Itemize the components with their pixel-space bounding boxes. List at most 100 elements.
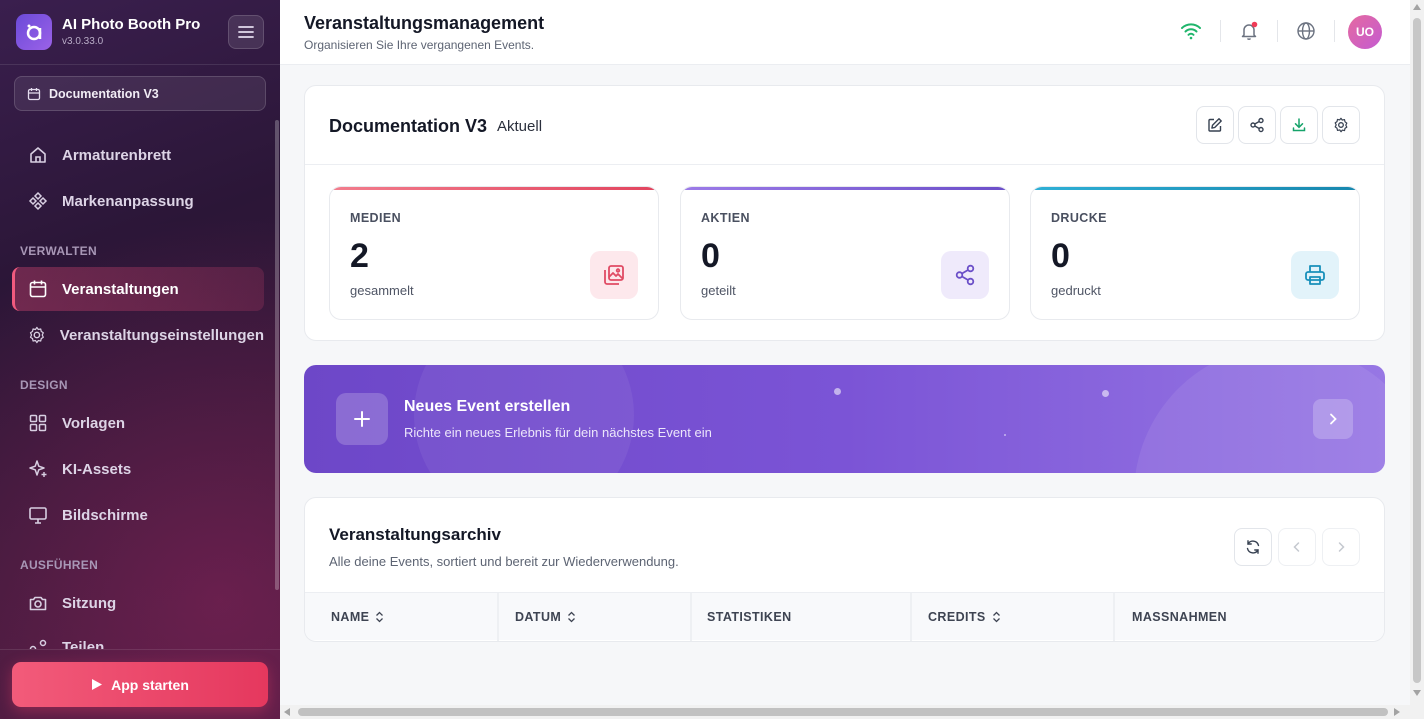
start-app-button[interactable]: App starten [12,662,268,707]
language-button[interactable] [1293,18,1319,44]
share-event-button[interactable] [1238,106,1276,144]
home-icon [30,147,46,163]
stat-sub: gesammelt [350,283,414,298]
images-icon [590,251,638,299]
brand-icon [28,191,48,211]
section-design: DESIGN [20,378,68,392]
chevron-right-icon [1330,413,1337,425]
sidebar-item-label: Veranstaltungseinstellungen [59,326,264,344]
wifi-icon [1178,18,1204,44]
next-page-button[interactable] [1322,528,1360,566]
column-statistics: STATISTIKEN [707,610,792,624]
section-manage: VERWALTEN [20,244,97,258]
edit-event-button[interactable] [1196,106,1234,144]
share-icon [941,251,989,299]
stat-sub: geteilt [701,283,736,298]
banner-subtitle: Richte ein neues Erlebnis für dein nächs… [404,425,712,440]
stat-card-prints: DRUCKE 0 gedruckt [1030,186,1360,320]
globe-icon [1297,22,1315,40]
horizontal-scrollbar[interactable] [280,705,1410,719]
gear-icon [29,326,44,344]
event-title: Documentation V3 [329,116,488,136]
download-icon [1292,118,1306,132]
create-event-button[interactable] [1313,399,1353,439]
sidebar-item-ai-assets[interactable]: KI-Assets [12,447,264,491]
sidebar-item-session[interactable]: Sitzung [12,581,264,625]
sidebar-item-label: Bildschirme [62,506,148,524]
column-credits[interactable]: CREDITS [902,593,1112,641]
chevron-right-icon [1338,542,1345,552]
sort-icon [376,611,384,623]
stat-value: 0 [1051,237,1070,275]
stat-card-media: MEDIEN 2 gesammelt [329,186,659,320]
edit-icon [1208,118,1222,132]
plus-icon [336,393,388,445]
event-status: Aktuell [497,118,543,135]
sidebar-item-share[interactable]: Teilen [12,627,264,649]
vertical-scrollbar[interactable] [1410,0,1424,719]
refresh-icon [1246,540,1260,554]
sidebar-item-screens[interactable]: Bildschirme [12,493,264,537]
page-title: Veranstaltungsmanagement [304,13,545,33]
app-version: v3.0.33.0 [62,36,104,47]
app-logo [16,14,52,50]
page-subtitle: Organisieren Sie Ihre vergangenen Events… [304,38,535,52]
create-event-banner[interactable]: Neues Event erstellen Richte ein neues E… [304,365,1385,473]
sidebar: AI Photo Booth Pro v3.0.33.0 Documentati… [0,0,280,719]
event-selector-label: Documentation V3 [49,86,159,101]
menu-toggle-button[interactable] [228,15,264,49]
share-icon [1250,117,1264,133]
archive-title: Veranstaltungsarchiv [329,525,501,544]
sidebar-item-event-settings[interactable]: Veranstaltungseinstellungen [12,313,264,357]
camera-icon [29,596,47,611]
event-archive-card: Veranstaltungsarchiv Alle deine Events, … [304,497,1385,642]
sidebar-item-label: KI-Assets [62,460,132,478]
sidebar-item-label: Markenanpassung [62,192,194,210]
sidebar-item-label: Vorlagen [62,414,126,432]
hamburger-icon [238,26,254,38]
calendar-icon [27,87,41,100]
sidebar-item-label: Teilen [62,639,105,649]
stat-label: DRUCKE [1051,211,1107,225]
event-settings-button[interactable] [1322,106,1360,144]
event-overview-card: Documentation V3 Aktuell MEDIEN 2 gesamm… [304,85,1385,341]
sidebar-item-dashboard[interactable]: Armaturenbrett [12,133,264,177]
download-event-button[interactable] [1280,106,1318,144]
top-bar: Veranstaltungsmanagement Organisieren Si… [280,0,1410,65]
notifications-button[interactable] [1236,18,1262,44]
sparkle-icon [29,460,47,477]
calendar-icon [29,280,47,298]
sort-icon [568,611,576,623]
prev-page-button[interactable] [1278,528,1316,566]
archive-subtitle: Alle deine Events, sortiert und bereit z… [329,554,679,569]
monitor-icon [29,507,47,524]
stat-label: AKTIEN [701,211,750,225]
sidebar-item-label: Armaturenbrett [62,146,172,164]
grid-icon [29,414,47,432]
column-name[interactable]: NAME [305,593,498,641]
gear-icon [1334,117,1348,133]
main-content: Veranstaltungsmanagement Organisieren Si… [280,0,1410,719]
section-run: AUSFÜHREN [20,558,99,572]
stat-sub: gedruckt [1051,283,1101,298]
sidebar-item-branding[interactable]: Markenanpassung [12,179,264,223]
stat-label: MEDIEN [350,211,402,225]
banner-title: Neues Event erstellen [404,398,571,415]
event-selector[interactable]: Documentation V3 [14,76,266,111]
table-header: NAME DATUM STATISTIKEN CREDITS MASSNAHME… [305,592,1384,641]
sidebar-item-templates[interactable]: Vorlagen [12,401,264,445]
chevron-left-icon [1293,542,1300,552]
start-app-label: App starten [111,676,189,693]
stat-value: 0 [701,237,720,275]
share-icon [29,639,47,649]
column-date[interactable]: DATUM [489,593,682,641]
play-icon [92,679,103,690]
sidebar-scrollbar[interactable] [275,120,279,590]
printer-icon [1291,251,1339,299]
stat-value: 2 [350,237,369,275]
sidebar-item-label: Sitzung [62,594,117,612]
refresh-button[interactable] [1234,528,1272,566]
user-avatar[interactable]: UO [1348,15,1382,49]
sidebar-item-events[interactable]: Veranstaltungen [12,267,264,311]
sort-icon [992,611,1000,623]
